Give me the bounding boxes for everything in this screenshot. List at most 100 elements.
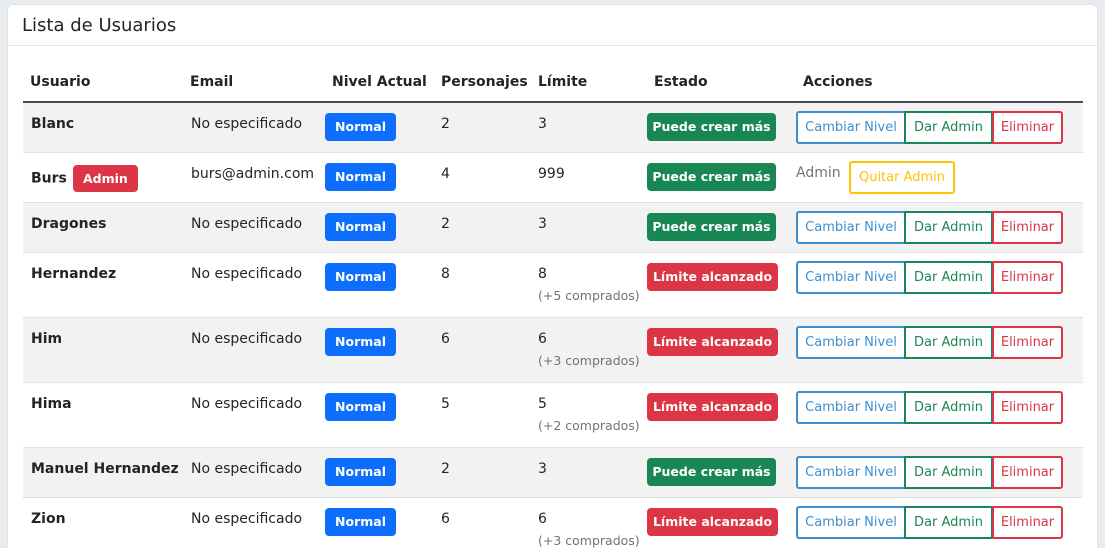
level-badge: Normal — [325, 113, 396, 141]
limit-value: 999 — [538, 166, 565, 182]
level-cell: Normal — [325, 263, 396, 291]
user-email: No especificado — [191, 216, 303, 232]
user-email: No especificado — [191, 331, 303, 347]
change-level-button[interactable]: Cambiar Nivel — [796, 261, 906, 294]
make-admin-button[interactable]: Dar Admin — [904, 506, 993, 539]
user-name-cell: Hernandez — [31, 266, 116, 282]
card-title: Lista de Usuarios — [8, 5, 1097, 46]
level-cell: Normal — [325, 458, 396, 486]
user-email: No especificado — [191, 266, 303, 282]
delete-button[interactable]: Eliminar — [992, 506, 1063, 539]
user-name-cell: Zion — [31, 511, 66, 527]
user-email: No especificado — [191, 461, 303, 477]
state-badge: Puede crear más — [647, 113, 776, 141]
characters-count: 4 — [441, 166, 450, 182]
characters-count: 2 — [441, 461, 450, 477]
th-level: Nivel Actual — [332, 74, 427, 90]
state-cell: Límite alcanzado — [647, 263, 778, 291]
state-cell: Límite alcanzado — [647, 328, 778, 356]
user-name: Manuel Hernandez — [31, 461, 179, 477]
make-admin-button[interactable]: Dar Admin — [904, 326, 993, 359]
state-cell: Puede crear más — [647, 213, 776, 241]
table-row: Dragones No especificado Normal 2 3 Puede cre… — [23, 203, 1083, 253]
limit-cell: 3 — [538, 461, 547, 477]
limit-cell: 6 (+3 comprados) — [538, 331, 640, 368]
user-name: Him — [31, 331, 63, 347]
limit-value: 3 — [538, 461, 547, 477]
purchased-note: (+2 comprados) — [538, 418, 640, 433]
user-name: Blanc — [31, 116, 75, 132]
th-email: Email — [190, 74, 234, 90]
purchased-note: (+3 comprados) — [538, 353, 640, 368]
limit-value: 8 — [538, 266, 547, 282]
characters-count: 8 — [441, 266, 450, 282]
state-badge: Puede crear más — [647, 163, 776, 191]
make-admin-button[interactable]: Dar Admin — [904, 391, 993, 424]
characters-count: 2 — [441, 216, 450, 232]
change-level-button[interactable]: Cambiar Nivel — [796, 456, 906, 489]
limit-value: 3 — [538, 116, 547, 132]
change-level-button[interactable]: Cambiar Nivel — [796, 211, 906, 244]
user-name: Hima — [31, 396, 72, 412]
user-email: No especificado — [191, 511, 303, 527]
state-badge: Puede crear más — [647, 213, 776, 241]
purchased-note: (+5 comprados) — [538, 288, 640, 303]
user-email: No especificado — [191, 116, 303, 132]
level-badge: Normal — [325, 458, 396, 486]
change-level-button[interactable]: Cambiar Nivel — [796, 506, 906, 539]
user-name-cell: Hima — [31, 396, 72, 412]
level-cell: Normal — [325, 328, 396, 356]
make-admin-button[interactable]: Dar Admin — [904, 211, 993, 244]
users-card: Lista de Usuarios Usuario Email Nivel Ac… — [7, 4, 1098, 548]
state-cell: Límite alcanzado — [647, 393, 778, 421]
level-cell: Normal — [325, 163, 396, 191]
level-badge: Normal — [325, 393, 396, 421]
th-user: Usuario — [30, 74, 91, 90]
state-badge: Límite alcanzado — [647, 508, 778, 536]
change-level-button[interactable]: Cambiar Nivel — [796, 111, 906, 144]
state-badge: Límite alcanzado — [647, 393, 778, 421]
make-admin-button[interactable]: Dar Admin — [904, 261, 993, 294]
make-admin-button[interactable]: Dar Admin — [904, 111, 993, 144]
admin-badge: Admin — [72, 165, 138, 192]
th-actions: Acciones — [803, 74, 873, 90]
delete-button[interactable]: Eliminar — [992, 211, 1063, 244]
user-name: Hernandez — [31, 266, 117, 282]
limit-cell: 5 (+2 comprados) — [538, 396, 640, 433]
limit-value: 6 — [538, 511, 547, 527]
user-name-cell: Dragones — [31, 216, 106, 232]
level-badge: Normal — [325, 508, 396, 536]
limit-value: 5 — [538, 396, 547, 412]
delete-button[interactable]: Eliminar — [992, 326, 1063, 359]
delete-button[interactable]: Eliminar — [992, 111, 1063, 144]
level-cell: Normal — [325, 393, 396, 421]
characters-count: 2 — [441, 116, 450, 132]
user-name: Burs — [31, 170, 67, 187]
state-badge: Puede crear más — [647, 458, 776, 486]
user-name: Zion — [31, 511, 66, 527]
table-row: Burs Admin burs@admin.com Normal 4 999 Puede c… — [23, 153, 1083, 203]
state-cell: Puede crear más — [647, 163, 776, 191]
user-name-cell: Manuel Hernandez — [31, 461, 179, 477]
delete-button[interactable]: Eliminar — [992, 261, 1063, 294]
delete-button[interactable]: Eliminar — [992, 391, 1063, 424]
remove-admin-button[interactable]: Quitar Admin — [849, 161, 955, 194]
table-row: Hima No especificado Normal 5 5 (+2 comprados… — [23, 383, 1083, 448]
characters-count: 5 — [441, 396, 450, 412]
state-cell: Puede crear más — [647, 113, 776, 141]
limit-value: 6 — [538, 331, 547, 347]
table-row: Manuel Hernandez No especificado Normal 2 3 P… — [23, 448, 1083, 498]
table-row: Him No especificado Normal 6 6 (+3 comprados)… — [23, 318, 1083, 383]
limit-cell: 8 (+5 comprados) — [538, 266, 640, 303]
purchased-note: (+3 comprados) — [538, 533, 640, 548]
table-row: Blanc No especificado Normal 2 3 Puede crear … — [23, 103, 1083, 153]
change-level-button[interactable]: Cambiar Nivel — [796, 391, 906, 424]
make-admin-button[interactable]: Dar Admin — [904, 456, 993, 489]
user-name-cell: Him — [31, 331, 62, 347]
table-row: Zion No especificado Normal 6 6 (+3 comprados… — [23, 498, 1083, 548]
change-level-button[interactable]: Cambiar Nivel — [796, 326, 906, 359]
limit-cell: 999 — [538, 166, 565, 182]
delete-button[interactable]: Eliminar — [992, 456, 1063, 489]
user-name: Dragones — [31, 216, 107, 232]
user-name-cell: Burs Admin — [31, 165, 138, 192]
